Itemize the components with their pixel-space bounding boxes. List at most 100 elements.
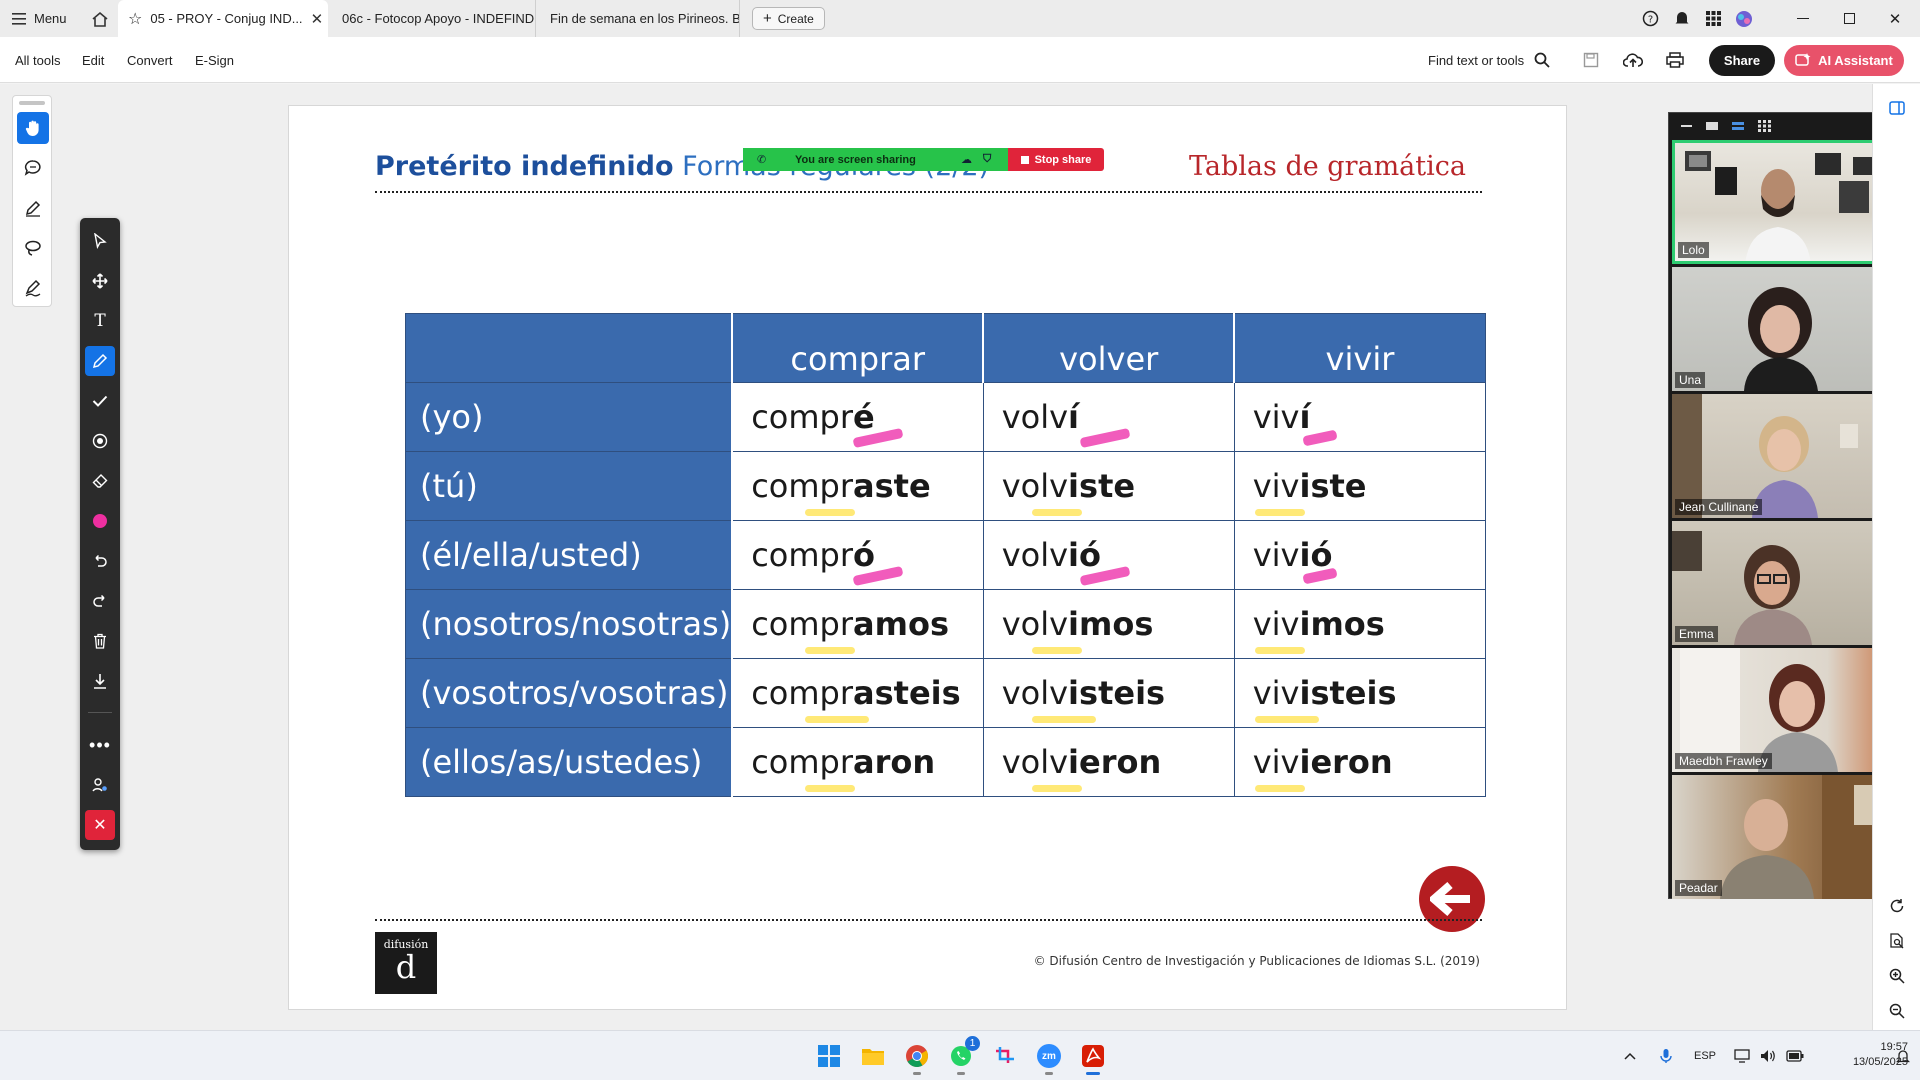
notifications-icon[interactable]: [1896, 1031, 1910, 1080]
participant-tile-jean-cullinane[interactable]: Jean Cullinane: [1672, 394, 1894, 518]
comment-tool-button[interactable]: [17, 152, 49, 184]
bell-icon[interactable]: [1670, 0, 1694, 37]
window-close-button[interactable]: ✕: [1880, 0, 1910, 37]
search-icon: [1534, 52, 1550, 68]
create-label: Create: [777, 11, 814, 26]
language-indicator[interactable]: ESP: [1694, 1031, 1716, 1080]
delete-button[interactable]: [85, 626, 115, 656]
annotation-highlight-mark: [805, 647, 856, 654]
conjugation-table: comprar volver vivir (yo) compré volví viví…: [405, 313, 1486, 797]
print-icon[interactable]: [1662, 48, 1688, 72]
participant-tile-emma[interactable]: Emma: [1672, 521, 1894, 645]
sign-tool-button[interactable]: [17, 272, 49, 304]
trash-icon: [94, 633, 106, 649]
network-icon: [1734, 1049, 1750, 1063]
stamp-tool-button[interactable]: [85, 426, 115, 456]
all-tools-menu[interactable]: All tools: [15, 37, 61, 83]
taskbar-whatsapp[interactable]: 1: [944, 1036, 980, 1075]
convert-menu[interactable]: Convert: [127, 37, 173, 83]
apps-grid-icon[interactable]: [1701, 0, 1725, 37]
zoom-out-icon[interactable]: [1885, 999, 1909, 1023]
star-icon[interactable]: ☆: [128, 9, 142, 29]
tab-fotocop-apoyo[interactable]: 06c - Fotocop Apoyo - INDEFIND...: [332, 0, 536, 37]
participant-tile-peadar[interactable]: Peadar: [1672, 775, 1894, 899]
zoom-gallery-panel: Lolo Una Jean Cullinane Emma Maedbh Fraw…: [1668, 112, 1896, 899]
text-tool-button[interactable]: T: [85, 306, 115, 336]
start-button[interactable]: [812, 1039, 846, 1073]
gallery-view-icon[interactable]: [1757, 120, 1771, 132]
undo-button[interactable]: [85, 546, 115, 576]
find-text-or-tools[interactable]: Find text or tools: [1428, 37, 1550, 83]
select-tool-button[interactable]: [85, 226, 115, 256]
checkmark-tool-button[interactable]: [85, 386, 115, 416]
move-tool-button[interactable]: [85, 266, 115, 296]
sharing-indicator[interactable]: ✆ You are screen sharing ☁ ⛉: [743, 148, 1008, 171]
zoom-in-icon[interactable]: [1885, 964, 1909, 988]
home-button[interactable]: [88, 0, 112, 37]
taskbar-zoom[interactable]: zm: [1032, 1039, 1066, 1075]
speaker-view-icon[interactable]: [1705, 120, 1719, 132]
save-icon[interactable]: [1578, 48, 1604, 72]
hand-tool-button[interactable]: [17, 112, 49, 144]
document-viewport[interactable]: Pretérito indefinido Formas regulares (2…: [0, 84, 1872, 1030]
tab-conjug-ind[interactable]: ☆ 05 - PROY - Conjug IND... ✕: [118, 0, 328, 37]
ai-assistant-button[interactable]: AI Assistant: [1784, 45, 1904, 76]
menu-button[interactable]: Menu: [12, 0, 67, 37]
rotate-icon[interactable]: [1885, 894, 1909, 918]
conjugation-cell: comprasteis: [731, 658, 984, 728]
tab-fin-de-semana[interactable]: Fin de semana en los Pirineos. B...: [540, 0, 740, 37]
create-button[interactable]: + Create: [752, 7, 825, 30]
side-panel-toggle-icon[interactable]: [1885, 96, 1909, 120]
tab-close-icon[interactable]: ✕: [311, 10, 324, 28]
taskbar-acrobat[interactable]: [1076, 1039, 1110, 1075]
taskbar-chrome[interactable]: [900, 1039, 934, 1075]
strip-view-icon[interactable]: [1731, 120, 1745, 132]
draw-tool-button[interactable]: [17, 232, 49, 264]
more-options-button[interactable]: •••: [85, 730, 115, 760]
pen-tool-button[interactable]: [85, 346, 115, 376]
download-button[interactable]: [85, 666, 115, 696]
taskbar-file-explorer[interactable]: [856, 1039, 890, 1073]
verb-ending: ieron: [1299, 743, 1393, 781]
eraser-tool-button[interactable]: [85, 466, 115, 496]
close-annotation-button[interactable]: ✕: [85, 810, 115, 840]
running-indicator: [1045, 1072, 1053, 1075]
edit-menu[interactable]: Edit: [82, 37, 104, 83]
stop-share-button[interactable]: Stop share: [1008, 148, 1104, 171]
share-button[interactable]: Share: [1709, 45, 1775, 76]
minimize-gallery-icon[interactable]: [1679, 120, 1693, 132]
highlight-tool-button[interactable]: [17, 192, 49, 224]
running-indicator: [1086, 1072, 1100, 1075]
upload-cloud-icon[interactable]: [1620, 48, 1646, 72]
toolbar-divider: [88, 712, 112, 713]
microphone-icon[interactable]: [1660, 1031, 1672, 1080]
color-picker-button[interactable]: [85, 506, 115, 536]
system-tray-icons[interactable]: [1734, 1031, 1804, 1080]
page-brand-heading: Tablas de gramática: [1188, 151, 1466, 182]
tab-label: 06c - Fotocop Apoyo - INDEFIND...: [342, 11, 536, 26]
conjugation-cell: volvisteis: [982, 658, 1235, 728]
help-icon[interactable]: ?: [1638, 0, 1662, 37]
window-maximize-button[interactable]: [1834, 0, 1864, 37]
participant-tile-lolo[interactable]: Lolo: [1672, 140, 1894, 264]
participant-permissions-button[interactable]: [85, 770, 115, 800]
redo-button[interactable]: [85, 586, 115, 616]
conjugation-cell: compraron: [731, 727, 984, 797]
table-body: (yo) compré volví viví (tú) compraste volviste…: [405, 382, 1486, 797]
window-minimize-button[interactable]: [1788, 0, 1818, 37]
pronoun-cell: (vosotros/vosotras): [405, 658, 734, 728]
participant-tile-una[interactable]: Una: [1672, 267, 1894, 391]
tray-chevron-icon[interactable]: [1624, 1031, 1636, 1080]
esign-menu[interactable]: E-Sign: [195, 37, 234, 83]
verb-stem: viv: [1252, 674, 1300, 712]
participant-tile-maedbh-frawley[interactable]: Maedbh Frawley: [1672, 648, 1894, 772]
verb-ending: ió: [1068, 536, 1101, 574]
find-label: Find text or tools: [1428, 52, 1525, 68]
taskbar-snipping-tool[interactable]: [988, 1039, 1022, 1073]
find-in-page-icon[interactable]: [1885, 929, 1909, 953]
move-arrows-icon: [92, 273, 108, 289]
back-arrow-button[interactable]: [1419, 866, 1485, 932]
rail-grip[interactable]: [19, 101, 45, 105]
annotation-highlight-mark: [1254, 716, 1319, 723]
profile-avatar-icon[interactable]: [1732, 0, 1756, 37]
